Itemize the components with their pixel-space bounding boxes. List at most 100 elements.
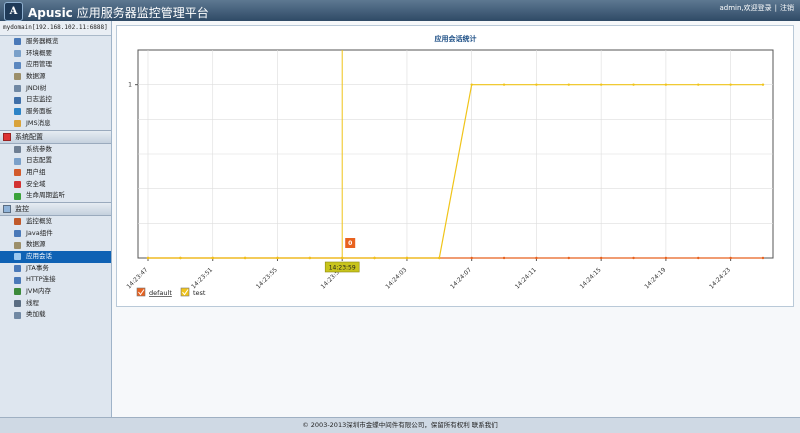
welcome-text: 欢迎登录 bbox=[743, 4, 772, 12]
thread-icon bbox=[14, 300, 21, 308]
sidebar-item[interactable]: 应用管理 bbox=[0, 59, 111, 71]
sidebar-item-label: JTA事务 bbox=[26, 263, 49, 272]
data-point bbox=[664, 83, 668, 86]
log-icon bbox=[14, 157, 21, 165]
data-point bbox=[599, 83, 603, 86]
sidebar-item-label: 系统参数 bbox=[26, 144, 52, 153]
sidebar-item-label: 用户组 bbox=[26, 167, 46, 176]
data-point bbox=[502, 83, 506, 86]
section-label: 监控 bbox=[15, 204, 29, 213]
monitor-nav-group: 监控概览 Java组件 数据源应用会话 JTA事务 HTTP连接 JVM内存线程类加载 bbox=[0, 216, 111, 321]
app-icon bbox=[14, 61, 21, 69]
sidebar-item[interactable]: 数据源 bbox=[0, 71, 111, 83]
data-point bbox=[761, 83, 765, 86]
data-point bbox=[502, 256, 506, 260]
sidebar-item[interactable]: 环境概要 bbox=[0, 48, 111, 60]
sidebar-item[interactable]: 服务器概览 bbox=[0, 36, 111, 48]
data-point bbox=[405, 256, 409, 260]
x-tick-label: 14:23:51 bbox=[190, 266, 214, 290]
sidebar-item[interactable]: 类加载 bbox=[0, 309, 111, 321]
legend-label[interactable]: default bbox=[149, 289, 172, 297]
message-icon bbox=[14, 120, 21, 128]
memory-icon bbox=[14, 288, 21, 296]
data-point bbox=[567, 256, 570, 260]
data-point bbox=[470, 83, 473, 86]
brand-name: Apusic bbox=[28, 6, 73, 20]
data-point bbox=[438, 256, 441, 260]
x-label-tooltip: 14:23:59 bbox=[329, 265, 356, 272]
data-point bbox=[308, 256, 312, 260]
database-icon bbox=[14, 73, 21, 81]
section-monitor[interactable]: 监控 bbox=[0, 201, 111, 216]
sidebar-item[interactable]: JVM内存 bbox=[0, 286, 111, 298]
sidebar-item[interactable]: Java组件 bbox=[0, 228, 111, 240]
monitor-icon bbox=[14, 96, 21, 104]
main-content: 应用会话统计 1 14:23:47 14:23:51 14:23:55 14:23:59 1… bbox=[112, 21, 800, 417]
x-tick-label: 14:24:15 bbox=[579, 266, 603, 290]
sidebar-item-label: 数据源 bbox=[26, 240, 46, 249]
data-point bbox=[179, 256, 182, 260]
sidebar-item[interactable]: 日志配置 bbox=[0, 155, 111, 167]
x-tick-label: 14:24:23 bbox=[708, 266, 732, 290]
classload-icon bbox=[14, 311, 21, 319]
sidebar-item[interactable]: 安全域 bbox=[0, 179, 111, 191]
server-icon bbox=[14, 38, 21, 46]
logout-link[interactable]: 注销 bbox=[780, 4, 794, 12]
x-tick-label: 14:24:19 bbox=[643, 266, 667, 290]
doc-icon bbox=[14, 50, 21, 58]
sidebar-item-label: Java组件 bbox=[26, 228, 53, 237]
config-section-icon bbox=[3, 132, 11, 141]
domain-node[interactable]: mydomain[192.168.102.11:6888] bbox=[0, 21, 111, 36]
monitor-section-icon bbox=[3, 204, 11, 213]
data-point bbox=[599, 256, 603, 260]
x-tick-label: 14:24:03 bbox=[384, 266, 408, 290]
sidebar-item[interactable]: 线程 bbox=[0, 298, 111, 310]
sidebar-nav: mydomain[192.168.102.11:6888] 服务器概览 环境概要应… bbox=[0, 21, 112, 417]
sidebar-item-label: 服务面板 bbox=[26, 107, 52, 116]
session-icon bbox=[14, 253, 21, 261]
user-links: admin,欢迎登录 | 注销 bbox=[719, 4, 794, 12]
sidebar-item[interactable]: 监控概览 bbox=[0, 216, 111, 228]
transaction-icon bbox=[14, 265, 21, 273]
tooltip-value: 0 bbox=[348, 240, 352, 247]
sidebar-item-label: 日志配置 bbox=[26, 156, 52, 165]
data-point bbox=[567, 83, 570, 86]
data-point bbox=[697, 256, 700, 260]
sidebar-item[interactable]: JMS消息 bbox=[0, 118, 111, 130]
sidebar-item-label: 线程 bbox=[26, 298, 39, 307]
chart-icon bbox=[14, 218, 21, 226]
app-title: Apusic 应用服务器监控管理平台 bbox=[28, 4, 209, 21]
footer: © 2003-2013深圳市金蝶中间件有限公司，保留所有权利 联系我们 bbox=[0, 417, 800, 433]
tree-icon bbox=[14, 85, 21, 93]
x-tick-label: 14:24:11 bbox=[514, 266, 538, 290]
sidebar-item-label: 生命周期监听 bbox=[26, 191, 65, 200]
sidebar-item-label: 安全域 bbox=[26, 179, 46, 188]
sidebar-item[interactable]: 日志监控 bbox=[0, 94, 111, 106]
sidebar-item[interactable]: 系统参数 bbox=[0, 144, 111, 156]
settings-icon bbox=[14, 145, 21, 153]
sidebar-item[interactable]: 应用会话 bbox=[0, 251, 111, 263]
username: admin bbox=[719, 4, 742, 12]
sidebar-item-label: 应用管理 bbox=[26, 60, 52, 69]
section-system-config[interactable]: 系统配置 bbox=[0, 129, 111, 144]
data-point bbox=[632, 256, 635, 260]
section-label: 系统配置 bbox=[15, 132, 43, 141]
sidebar-item[interactable]: JTA事务 bbox=[0, 263, 111, 275]
sidebar-item[interactable]: HTTP连接 bbox=[0, 274, 111, 286]
data-point bbox=[470, 256, 473, 260]
sidebar-item[interactable]: 生命周期监听 bbox=[0, 190, 111, 202]
sidebar-item-label: JVM内存 bbox=[26, 287, 51, 296]
data-point bbox=[535, 256, 538, 260]
users-icon bbox=[14, 169, 21, 177]
data-point bbox=[632, 83, 635, 86]
data-point bbox=[146, 256, 150, 260]
legend-swatch[interactable] bbox=[180, 287, 190, 297]
legend-swatch[interactable] bbox=[136, 287, 146, 297]
sidebar-item[interactable]: 服务面板 bbox=[0, 106, 111, 118]
sidebar-item[interactable]: 用户组 bbox=[0, 167, 111, 179]
sidebar-item[interactable]: 数据源 bbox=[0, 239, 111, 251]
sidebar-item[interactable]: JNDI树 bbox=[0, 83, 111, 95]
sidebar-item-label: 类加载 bbox=[26, 310, 46, 319]
legend-label[interactable]: test bbox=[193, 289, 206, 297]
data-point bbox=[729, 256, 732, 260]
